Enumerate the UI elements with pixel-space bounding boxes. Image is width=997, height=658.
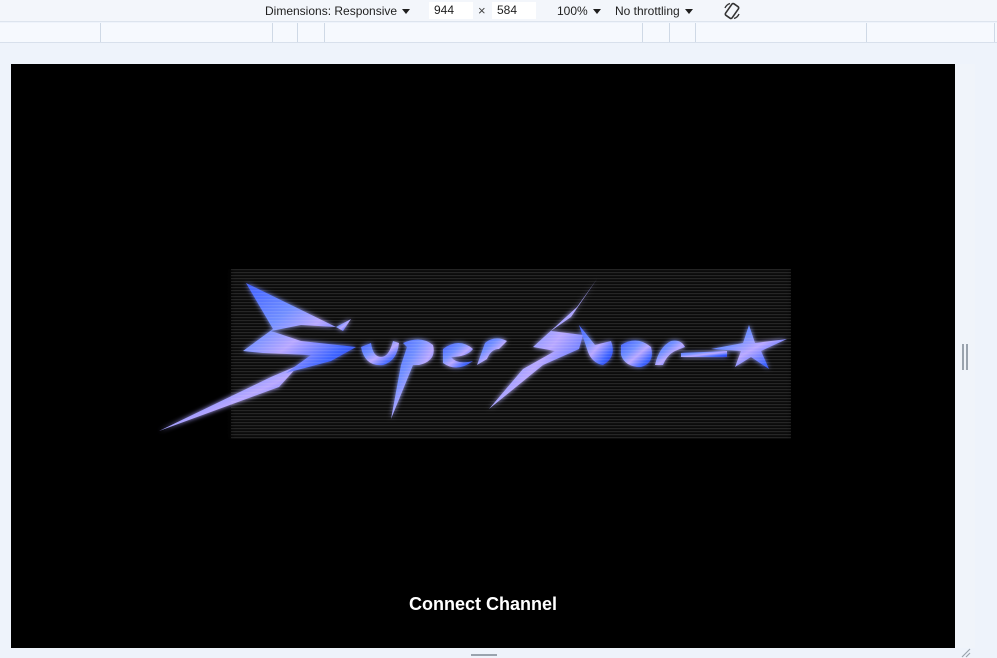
ruler-divider <box>100 23 101 42</box>
height-input[interactable] <box>492 2 536 19</box>
resize-handle-bottom[interactable] <box>471 654 497 658</box>
ruler-divider <box>324 23 325 42</box>
media-query-bar <box>0 23 997 43</box>
chevron-down-icon <box>684 9 693 14</box>
device-toolbar: Dimensions: Responsive × 100% No throttl… <box>0 0 997 22</box>
ruler-divider <box>669 23 670 42</box>
ruler-divider <box>695 23 696 42</box>
connect-channel-button[interactable]: Connect Channel <box>11 594 955 615</box>
throttling-dropdown[interactable]: No throttling <box>615 3 693 19</box>
dimensions-dropdown[interactable]: Dimensions: Responsive <box>265 3 411 19</box>
resize-handle-right[interactable] <box>962 344 968 370</box>
device-viewport: Connect Channel <box>11 64 955 648</box>
ruler-divider <box>297 23 298 42</box>
ruler-divider <box>866 23 867 42</box>
zoom-dropdown[interactable]: 100% <box>557 3 601 19</box>
rotate-icon[interactable] <box>722 1 742 21</box>
zoom-label: 100% <box>557 4 588 18</box>
width-input[interactable] <box>429 2 473 19</box>
chevron-down-icon <box>402 9 411 14</box>
dimensions-label: Dimensions: Responsive <box>265 4 398 18</box>
ruler-divider <box>272 23 273 42</box>
throttling-label: No throttling <box>615 4 680 18</box>
times-symbol: × <box>478 3 486 18</box>
superstar-logo-icon <box>159 269 791 439</box>
chevron-down-icon <box>592 9 601 14</box>
resize-corner-icon[interactable] <box>960 648 972 658</box>
ruler-divider <box>642 23 643 42</box>
ruler-divider <box>994 23 995 42</box>
